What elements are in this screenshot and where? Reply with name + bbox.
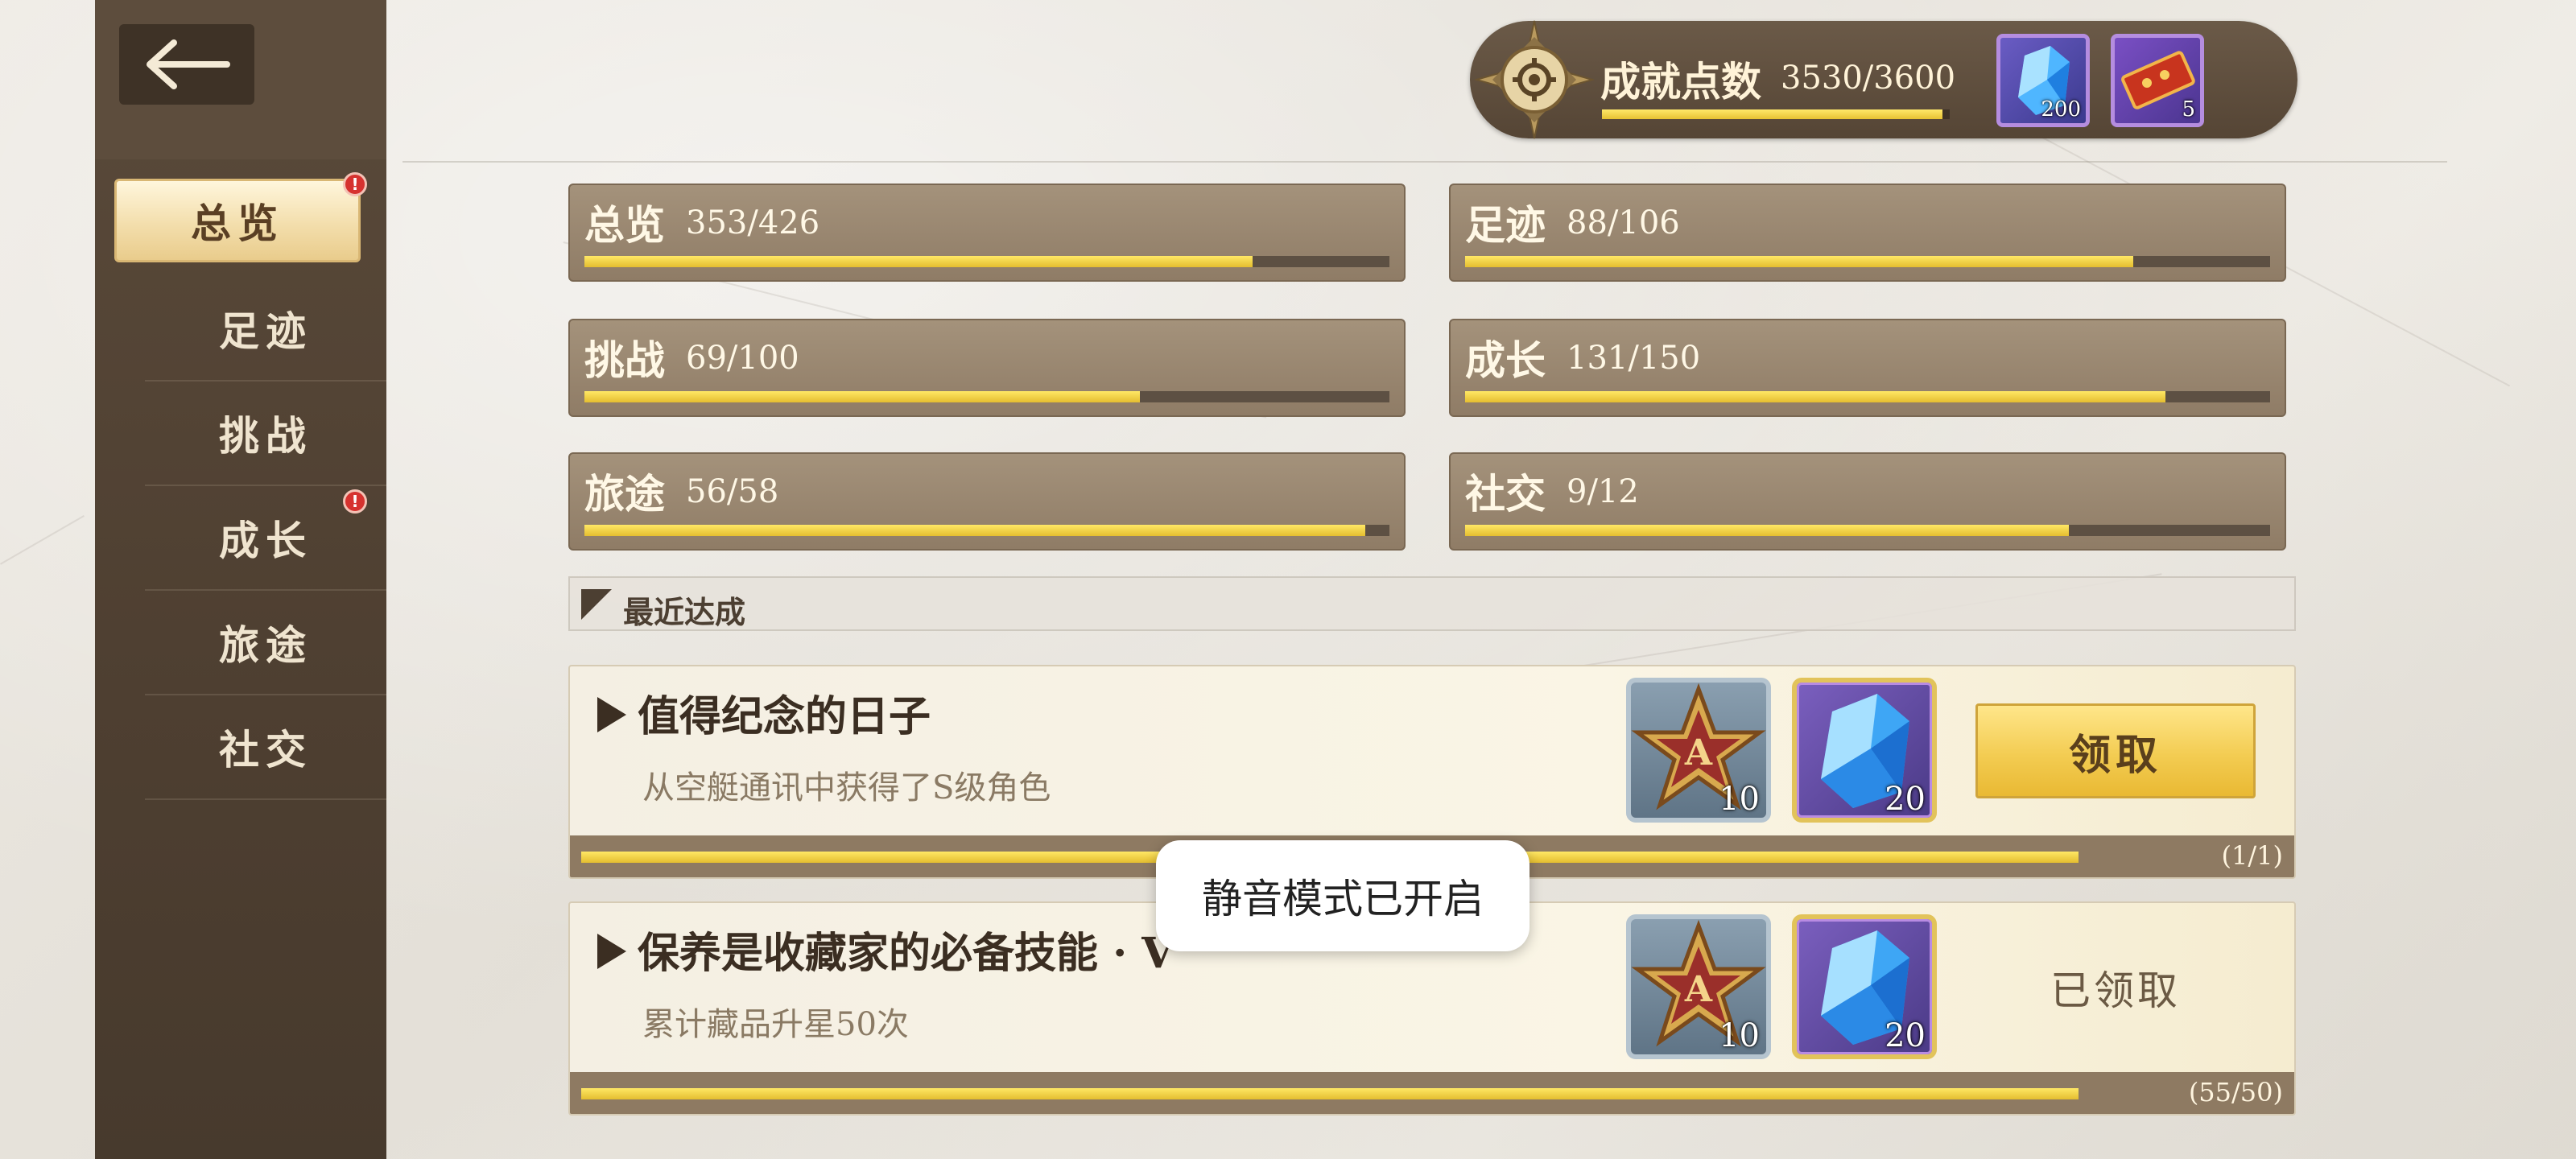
points-reward-crystal[interactable]: 200 bbox=[1996, 34, 2090, 127]
category-progress-fill bbox=[584, 256, 1253, 267]
reward-count: 10 bbox=[1719, 781, 1760, 818]
category-journey[interactable]: 旅途 56/58 bbox=[568, 452, 1406, 551]
category-progress-track bbox=[1465, 525, 2270, 536]
claim-button[interactable]: 领取 bbox=[1975, 703, 2256, 798]
achievement-progress-text: (55/50) bbox=[2188, 1077, 2283, 1107]
reward-count: 10 bbox=[1719, 1017, 1760, 1054]
reward-a-rank-star[interactable]: A 10 bbox=[1626, 914, 1771, 1059]
svg-text:A: A bbox=[1684, 969, 1713, 1010]
reward-count: 20 bbox=[1885, 1017, 1926, 1054]
play-triangle-icon bbox=[597, 697, 626, 732]
category-progress-fill bbox=[584, 391, 1140, 402]
category-progress-track bbox=[584, 525, 1389, 536]
category-progress-track bbox=[584, 256, 1389, 267]
sidebar-item-overview[interactable]: 总览 bbox=[114, 179, 361, 262]
points-value: 3530/3600 bbox=[1781, 60, 1956, 97]
category-footprints[interactable]: 足迹 88/106 bbox=[1449, 184, 2286, 282]
achievement-title: 值得纪念的日子 bbox=[597, 683, 931, 743]
header-divider bbox=[402, 161, 2447, 163]
achievement-points-bar[interactable]: 成就点数 3530/3600 200 5 bbox=[1470, 20, 2297, 139]
sidebar-item-label: 社交 bbox=[219, 726, 312, 773]
category-name: 总览 bbox=[584, 201, 665, 249]
recent-achievements-header: 最近达成 bbox=[568, 576, 2296, 631]
sidebar-item-label: 旅途 bbox=[219, 621, 312, 669]
category-challenge[interactable]: 挑战 69/100 bbox=[568, 319, 1406, 417]
silent-mode-toast: 静音模式已开启 bbox=[1156, 840, 1530, 951]
reward-crystal[interactable]: 20 bbox=[1792, 678, 1937, 823]
achievement-title-text: 值得纪念的日子 bbox=[638, 692, 931, 741]
corner-flag-icon bbox=[581, 589, 612, 620]
category-progress-fill bbox=[1465, 525, 2069, 536]
category-name: 挑战 bbox=[584, 336, 665, 384]
points-progress-track bbox=[1602, 109, 1950, 119]
category-growth[interactable]: 成长 131/150 bbox=[1449, 319, 2286, 417]
category-progress-fill bbox=[1465, 256, 2133, 267]
sidebar-item-label: 挑战 bbox=[219, 412, 312, 460]
category-name: 旅途 bbox=[584, 470, 665, 518]
play-triangle-icon bbox=[597, 934, 626, 969]
sidebar-item-label: 成长 bbox=[219, 517, 312, 564]
notification-badge: ! bbox=[343, 489, 367, 514]
category-name: 成长 bbox=[1465, 336, 1546, 384]
category-progress-fill bbox=[584, 525, 1365, 536]
section-title: 最近达成 bbox=[623, 594, 746, 630]
back-arrow-icon bbox=[147, 39, 230, 89]
category-overview[interactable]: 总览 353/426 bbox=[568, 184, 1406, 282]
marble-vein bbox=[0, 515, 85, 565]
points-reward-ticket[interactable]: 5 bbox=[2111, 34, 2204, 127]
category-progress-fill bbox=[1465, 391, 2165, 402]
sidebar-item-label: 总览 bbox=[191, 200, 284, 247]
achievement-description: 累计藏品升星50次 bbox=[642, 1006, 909, 1043]
claimed-status: 已领取 bbox=[2050, 967, 2181, 1014]
reward-a-rank-star[interactable]: A 10 bbox=[1626, 678, 1771, 823]
compass-emblem-icon bbox=[1475, 20, 1594, 139]
reward-count: 5 bbox=[2182, 97, 2195, 122]
category-name: 足迹 bbox=[1465, 201, 1546, 249]
reward-crystal[interactable]: 20 bbox=[1792, 914, 1937, 1059]
category-value: 131/150 bbox=[1567, 340, 1701, 377]
sidebar-item-label: 足迹 bbox=[219, 307, 312, 355]
achievement-title: 保养是收藏家的必备技能 · V bbox=[597, 919, 1174, 980]
achievement-title-text: 保养是收藏家的必备技能 · V bbox=[638, 929, 1174, 978]
achievement-progress-fill bbox=[581, 1088, 2079, 1099]
category-value: 69/100 bbox=[686, 340, 799, 377]
sidebar-item-social[interactable]: 社交 bbox=[145, 695, 386, 800]
back-button[interactable] bbox=[119, 24, 254, 105]
achievement-progress-text: (1/1) bbox=[2221, 840, 2283, 871]
category-progress-track bbox=[1465, 256, 2270, 267]
sidebar-item-journey[interactable]: 旅途 bbox=[145, 591, 386, 695]
achievement-progress-bar: (55/50) bbox=[570, 1072, 2294, 1114]
category-value: 88/106 bbox=[1567, 204, 1680, 241]
category-value: 56/58 bbox=[686, 473, 779, 510]
achievement-description: 从空艇通讯中获得了S级角色 bbox=[642, 769, 1051, 806]
points-label: 成就点数 bbox=[1600, 58, 1761, 105]
category-progress-track bbox=[1465, 391, 2270, 402]
category-progress-track bbox=[584, 391, 1389, 402]
category-social[interactable]: 社交 9/12 bbox=[1449, 452, 2286, 551]
category-value: 353/426 bbox=[686, 204, 820, 241]
sidebar: 总览 ! 足迹 挑战 成长 ! 旅途 社交 bbox=[95, 0, 386, 1159]
points-progress-fill bbox=[1602, 109, 1943, 119]
notification-badge: ! bbox=[343, 172, 367, 196]
reward-count: 20 bbox=[1885, 781, 1926, 818]
sidebar-item-challenge[interactable]: 挑战 bbox=[145, 382, 386, 486]
svg-text:A: A bbox=[1684, 732, 1713, 773]
achievement-progress-track bbox=[581, 1088, 2079, 1099]
category-value: 9/12 bbox=[1567, 473, 1639, 510]
category-name: 社交 bbox=[1465, 470, 1546, 518]
sidebar-item-footprints[interactable]: 足迹 bbox=[145, 277, 386, 382]
reward-count: 200 bbox=[2041, 97, 2081, 122]
